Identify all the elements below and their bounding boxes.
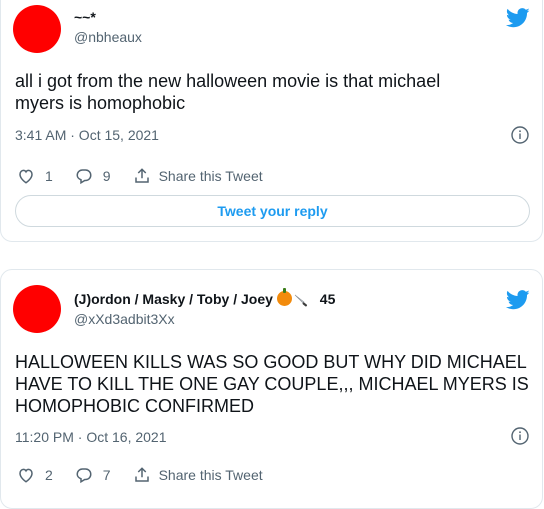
like-count: 1 (45, 168, 53, 184)
tweet-your-reply-button[interactable]: Tweet your reply (15, 195, 530, 227)
tweet-text: all i got from the new halloween movie i… (15, 71, 441, 113)
share-button[interactable]: Share this Tweet (133, 167, 263, 185)
like-count: 2 (45, 467, 53, 483)
knife-emoji (294, 294, 307, 307)
share-icon (134, 168, 149, 183)
share-label: Share this Tweet (158, 467, 263, 483)
share-label: Share this Tweet (158, 168, 263, 184)
timestamp[interactable]: 3:41 AM · Oct 15, 2021 (15, 127, 159, 143)
reply-button[interactable]: 9 (75, 167, 111, 185)
pumpkin-emoji (276, 288, 292, 306)
reply-icon (76, 468, 92, 484)
reply-count: 9 (102, 168, 111, 184)
display-name: (J)ordon / Masky / Toby / Joey (74, 291, 273, 307)
tweet-card: (J)ordon / Masky / Toby / Joey 45 @xXd3a… (0, 269, 543, 509)
tweet-actions: 2 7 Share this Tweet (17, 466, 285, 484)
timestamp[interactable]: 11:20 PM · Oct 16, 2021 (15, 429, 167, 445)
like-button[interactable]: 1 (17, 167, 53, 185)
reply-count: 7 (102, 467, 111, 483)
info-icon[interactable] (511, 126, 529, 144)
twitter-bird-icon[interactable] (506, 290, 530, 310)
display-name[interactable]: ~~* (74, 9, 96, 25)
share-button[interactable]: Share this Tweet (133, 466, 263, 484)
like-button[interactable]: 2 (17, 466, 53, 484)
avatar[interactable] (13, 285, 61, 333)
display-name-row[interactable]: (J)ordon / Masky / Toby / Joey 45 (74, 288, 336, 307)
tweet-actions: 1 9 Share this Tweet (17, 167, 285, 185)
avatar[interactable] (13, 5, 61, 53)
tweet-card: ~~* @nbheaux all i got from the new hall… (0, 0, 543, 242)
reply-icon (76, 169, 92, 185)
info-icon[interactable] (511, 427, 529, 445)
username[interactable]: @xXd3adbit3Xx (74, 311, 175, 327)
heart-icon (19, 169, 33, 184)
username[interactable]: @nbheaux (74, 29, 142, 45)
twitter-bird-icon[interactable] (506, 8, 530, 28)
heart-icon (19, 468, 33, 483)
share-icon (134, 467, 149, 482)
display-name-suffix: 45 (319, 291, 336, 307)
reply-button[interactable]: 7 (75, 466, 111, 484)
tweet-text: HALLOWEEN KILLS WAS SO GOOD BUT WHY DID … (15, 352, 529, 416)
